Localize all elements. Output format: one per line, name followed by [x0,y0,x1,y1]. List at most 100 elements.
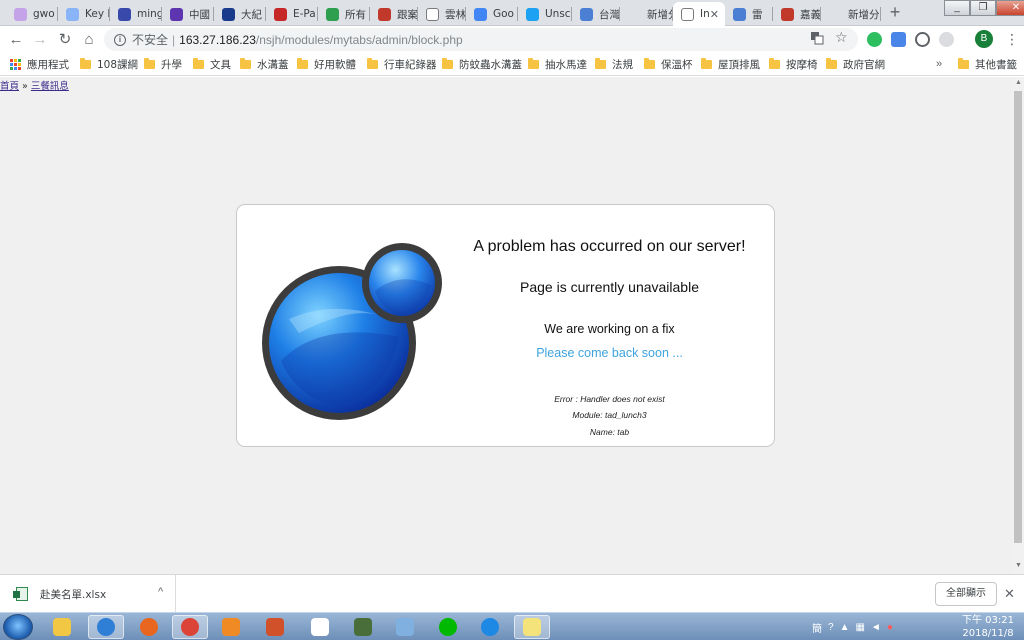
breadcrumb-home-link[interactable]: 首頁 [0,81,19,92]
info-icon[interactable]: i [114,33,126,46]
taskbar-firefox-button[interactable] [131,615,167,639]
bookmark-label: 防蚊蟲水溝蓋 [459,59,522,71]
help-icon[interactable]: ? [828,622,834,633]
browser-tab[interactable]: 中國 [162,2,214,26]
taskbar-internet-explorer-button[interactable] [88,615,124,639]
tab-favicon-icon [66,7,79,21]
tray-overflow-icon[interactable]: ▲ [840,622,850,633]
bookmark-label: 文具 [210,59,231,71]
security-icon[interactable]: ● [887,622,893,633]
reload-button[interactable]: ↻ [55,30,75,50]
address-divider: | [172,32,176,47]
bookmark-apps[interactable]: 應用程式 [10,57,69,72]
bookmark-folder[interactable]: 行車紀錄器 [367,57,437,72]
tab-label: Goo [493,8,514,20]
other-bookmarks[interactable]: 其他書籤 [958,57,1017,72]
bookmark-folder[interactable]: 按摩椅 [769,57,818,72]
restore-button[interactable]: ❐ [970,0,996,16]
bookmark-folder[interactable]: 文具 [193,57,231,72]
taskbar-media-player-button[interactable] [213,615,249,639]
browser-tab[interactable]: 所有 [318,2,370,26]
browser-tab[interactable]: E-Pa [266,2,318,26]
close-shelf-icon[interactable]: ✕ [1004,586,1015,602]
bookmarks-overflow-button[interactable]: » [936,58,942,70]
taskbar-sticky-notes-button[interactable] [514,615,550,639]
scroll-down-arrow[interactable]: ▼ [1015,562,1022,569]
browser-tab[interactable]: 雲林 [418,2,466,26]
browser-tab[interactable]: Key I [58,2,110,26]
folder-icon [442,58,453,69]
browser-tab[interactable]: 跟案 [370,2,418,26]
taskbar-line-button[interactable] [430,615,466,639]
taskbar-powerpoint-button[interactable] [257,615,293,639]
evernote-extension-icon[interactable] [867,32,882,47]
bookmark-folder[interactable]: 108課綱 [80,57,138,72]
translate-extension-icon[interactable] [891,32,906,47]
browser-tab[interactable]: Goo [466,2,518,26]
bookmark-folder[interactable]: 屋頂排風 [701,57,760,72]
bookmark-star-icon[interactable]: ☆ [835,29,848,46]
apps-grid-icon [311,618,329,636]
taskbar-apps-grid-button[interactable] [302,615,338,639]
breadcrumb-current-link[interactable]: 三餐訊息 [31,81,69,92]
sticky-notes-icon [523,618,541,636]
forward-button[interactable]: → [30,30,50,50]
download-item[interactable]: 赴美名單.xlsx ^ [8,575,176,613]
scroll-up-arrow[interactable]: ▲ [1015,79,1022,86]
browser-tab[interactable]: 嘉義 [773,2,821,26]
folder-icon [769,58,780,69]
browser-tab[interactable]: 台灣 [572,2,620,26]
browser-tab[interactable]: ming [110,2,162,26]
show-all-downloads-button[interactable]: 全部顯示 [935,582,997,606]
browser-tab[interactable]: Unsc [518,2,572,26]
tab-active[interactable]: In ✕ [673,2,725,26]
bookmark-label: 抽水馬達 [545,59,587,71]
error-panel: A problem has occurred on our server! Pa… [236,204,775,447]
translate-icon[interactable] [810,31,824,48]
close-window-button[interactable]: ✕ [996,0,1024,16]
bookmark-folder[interactable]: 水溝蓋 [240,57,289,72]
minimize-button[interactable]: _ [944,0,970,16]
new-tab-button[interactable]: + [884,3,906,23]
address-bar[interactable]: i 不安全 | 163.27.186.23/nsjh/modules/mytab… [104,28,858,51]
profile-avatar[interactable]: B [975,30,993,48]
taskbar-pen-tool-button[interactable] [345,615,381,639]
back-button[interactable]: ← [6,30,26,50]
close-tab-icon[interactable]: ✕ [710,8,719,21]
bookmark-folder[interactable]: 法規 [595,57,633,72]
network-icon[interactable]: ▦ [855,622,864,633]
bookmark-folder[interactable]: 抽水馬達 [528,57,587,72]
xoops-logo-icon [262,243,442,420]
messenger-icon [481,618,499,636]
menu-icon[interactable]: ⋮ [1005,32,1019,46]
taskbar-notebook-button[interactable] [387,615,423,639]
taskbar-chrome-button[interactable] [172,615,208,639]
taskbar-clock[interactable]: 下午 03:21 2018/11/8 [956,614,1020,640]
home-button[interactable]: ⌂ [79,30,99,50]
browser-tab[interactable]: 大紀 [214,2,266,26]
taskbar-file-explorer-button[interactable] [44,615,80,639]
extension-icon[interactable] [939,32,954,47]
chat-extension-icon[interactable] [915,32,930,47]
browser-tab[interactable]: 新增分頁 [821,2,881,26]
bookmark-folder[interactable]: 好用軟體 [297,57,356,72]
chevron-up-icon[interactable]: ^ [158,586,163,598]
browser-tab[interactable]: 新增分頁 [620,2,673,26]
folder-icon [193,58,204,69]
start-button[interactable] [3,614,33,640]
scrollbar-thumb[interactable] [1014,91,1022,543]
folder-icon [644,58,655,69]
bookmark-folder[interactable]: 升學 [144,57,182,72]
bookmark-label: 屋頂排風 [718,59,760,71]
volume-icon[interactable]: ◄ [871,622,881,633]
bookmark-folder[interactable]: 保溫杯 [644,57,693,72]
browser-tab[interactable]: 雷 [725,2,773,26]
vertical-scrollbar[interactable]: ▲ ▼ [1012,77,1024,574]
bookmark-folder[interactable]: 政府官網 [826,57,885,72]
browser-tab[interactable]: gwo [6,2,58,26]
taskbar-messenger-button[interactable] [472,615,508,639]
tab-label: 新增分頁 [647,8,673,21]
ime-indicator[interactable]: 簡 [812,620,822,635]
tab-favicon-icon [426,7,439,21]
bookmark-folder[interactable]: 防蚊蟲水溝蓋 [442,57,522,72]
